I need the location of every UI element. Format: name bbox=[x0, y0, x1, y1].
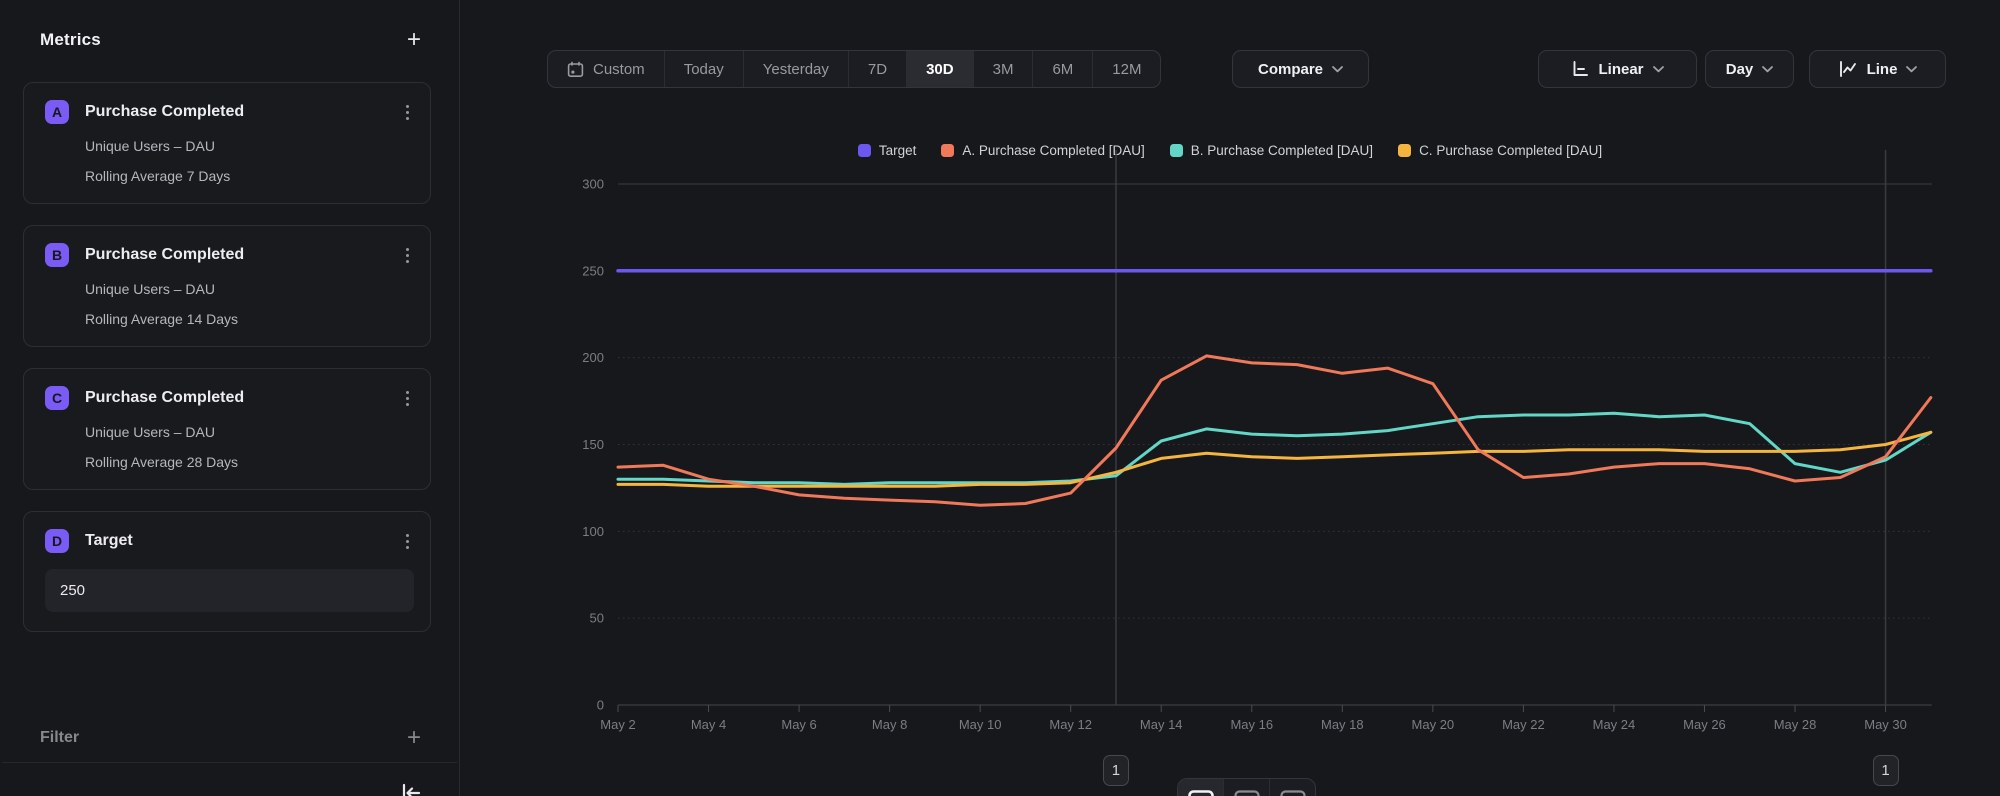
bottom-view-switcher bbox=[1177, 778, 1316, 796]
metric-badge: D bbox=[45, 529, 69, 553]
card-menu-icon[interactable] bbox=[401, 531, 414, 552]
svg-text:May 24: May 24 bbox=[1593, 717, 1636, 732]
svg-text:0: 0 bbox=[597, 698, 604, 713]
filter-row: Filter + bbox=[40, 728, 421, 748]
details-view-icon bbox=[1280, 790, 1306, 796]
svg-text:May 12: May 12 bbox=[1049, 717, 1092, 732]
filter-label: Filter bbox=[40, 729, 79, 747]
metric-title: Purchase Completed bbox=[85, 103, 244, 121]
metric-badge: B bbox=[45, 243, 69, 267]
table-view-icon bbox=[1234, 790, 1260, 796]
metric-subtitle: Unique Users – DAU bbox=[85, 138, 414, 154]
annotation-badge[interactable]: 1 bbox=[1103, 755, 1129, 786]
card-header: B Purchase Completed bbox=[45, 243, 414, 267]
svg-text:May 22: May 22 bbox=[1502, 717, 1545, 732]
metric-subtitle: Rolling Average 14 Days bbox=[85, 311, 414, 327]
view-details-button[interactable] bbox=[1269, 779, 1315, 796]
metric-subtitle: Unique Users – DAU bbox=[85, 424, 414, 440]
svg-text:300: 300 bbox=[582, 177, 604, 192]
svg-text:May 16: May 16 bbox=[1230, 717, 1273, 732]
svg-text:May 2: May 2 bbox=[600, 717, 635, 732]
metric-title: Target bbox=[85, 532, 133, 550]
sidebar-header: Metrics + bbox=[40, 30, 421, 50]
collapse-sidebar-icon[interactable] bbox=[400, 783, 422, 796]
card-menu-icon[interactable] bbox=[401, 245, 414, 266]
series-c bbox=[618, 432, 1931, 486]
svg-text:50: 50 bbox=[590, 611, 604, 626]
svg-text:May 18: May 18 bbox=[1321, 717, 1364, 732]
view-chart-button[interactable] bbox=[1178, 779, 1223, 796]
svg-text:250: 250 bbox=[582, 263, 604, 278]
chart-area: 0 50 100 150 200 250 300 May 2 May 4 May 6 May 8 Ma… bbox=[460, 0, 2000, 796]
svg-text:May 10: May 10 bbox=[959, 717, 1002, 732]
metric-card-b[interactable]: B Purchase Completed Unique Users – DAU Rol… bbox=[23, 225, 431, 347]
metrics-sidebar: Metrics + A Purchase Completed Unique User… bbox=[0, 0, 460, 796]
svg-text:May 6: May 6 bbox=[781, 717, 816, 732]
metrics-chart: 0 50 100 150 200 250 300 May 2 May 4 May 6 May 8 Ma… bbox=[460, 0, 2000, 796]
metrics-dashboard: Metrics + A Purchase Completed Unique User… bbox=[0, 0, 2000, 796]
card-header: C Purchase Completed bbox=[45, 386, 414, 410]
target-card[interactable]: D Target 250 bbox=[23, 511, 431, 632]
series-b bbox=[618, 413, 1931, 484]
svg-text:May 8: May 8 bbox=[872, 717, 907, 732]
card-menu-icon[interactable] bbox=[401, 102, 414, 123]
add-metric-icon[interactable]: + bbox=[407, 30, 421, 50]
metric-subtitle: Rolling Average 28 Days bbox=[85, 454, 414, 470]
chart-view-icon bbox=[1188, 790, 1214, 796]
metric-badge: C bbox=[45, 386, 69, 410]
view-table-button[interactable] bbox=[1223, 779, 1269, 796]
card-header: D Target bbox=[45, 529, 414, 553]
svg-text:May 28: May 28 bbox=[1774, 717, 1817, 732]
sidebar-title: Metrics bbox=[40, 30, 101, 50]
svg-text:200: 200 bbox=[582, 350, 604, 365]
metric-card-c[interactable]: C Purchase Completed Unique Users – DAU Rol… bbox=[23, 368, 431, 490]
svg-text:May 26: May 26 bbox=[1683, 717, 1726, 732]
card-menu-icon[interactable] bbox=[401, 388, 414, 409]
svg-text:150: 150 bbox=[582, 437, 604, 452]
metric-title: Purchase Completed bbox=[85, 389, 244, 407]
metric-title: Purchase Completed bbox=[85, 246, 244, 264]
svg-text:May 30: May 30 bbox=[1864, 717, 1907, 732]
svg-text:May 20: May 20 bbox=[1412, 717, 1455, 732]
metric-subtitle: Unique Users – DAU bbox=[85, 281, 414, 297]
svg-text:May 14: May 14 bbox=[1140, 717, 1183, 732]
target-value-input[interactable]: 250 bbox=[45, 569, 414, 612]
card-header: A Purchase Completed bbox=[45, 100, 414, 124]
add-filter-icon[interactable]: + bbox=[407, 728, 421, 748]
sidebar-divider bbox=[2, 762, 457, 763]
metric-badge: A bbox=[45, 100, 69, 124]
svg-text:100: 100 bbox=[582, 524, 604, 539]
metric-card-a[interactable]: A Purchase Completed Unique Users – DAU Rol… bbox=[23, 82, 431, 204]
svg-text:May 4: May 4 bbox=[691, 717, 726, 732]
metric-card-list: A Purchase Completed Unique Users – DAU Rol… bbox=[23, 82, 431, 653]
annotation-badge[interactable]: 1 bbox=[1873, 755, 1899, 786]
metric-subtitle: Rolling Average 7 Days bbox=[85, 168, 414, 184]
